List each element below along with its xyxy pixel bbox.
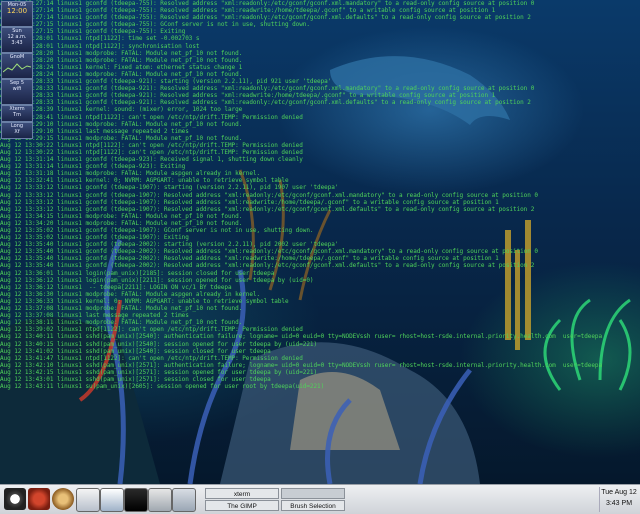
- log-line: Aug 12 13:28:39 linuxs1 kernel: sound: (…: [0, 106, 243, 114]
- task-empty[interactable]: [281, 488, 345, 499]
- log-line: Aug 12 13:36:12 linuxs1 -- tdeepa[2211]:…: [0, 283, 232, 291]
- log-line: Aug 12 13:29:10 linuxs1 last message rep…: [0, 127, 189, 135]
- log-line: Aug 12 13:40:15 linuxs1 sshd(pam_unix)[2…: [0, 340, 318, 348]
- log-line: Aug 12 13:35:40 linuxs1 gconfd (tdeepa-2…: [0, 262, 535, 270]
- task-xterm-label: xterm: [233, 491, 251, 498]
- monitor-graph-icon: [2, 63, 32, 73]
- redhat-icon[interactable]: [28, 488, 50, 510]
- log-line: Aug 12 13:35:40 linuxs1 gconfd (tdeepa-2…: [0, 255, 499, 263]
- terminal-applet[interactable]: Xterm Tm: [1, 105, 33, 122]
- log-line: Aug 12 13:42:15 linuxs1 sshd(pam_unix)[2…: [0, 368, 318, 376]
- log-line: Aug 12 13:31:14 linuxs1 gconfd (tdeepa-9…: [0, 163, 186, 171]
- log-line: Aug 12 13:27:14 linuxs1 gconfd (tdeepa-7…: [0, 14, 531, 22]
- log-line: Aug 12 13:28:41 linuxs1 ntpd[1122]: can'…: [0, 113, 303, 121]
- log-line: Aug 12 13:27:14 linuxs1 gconfd (tdeepa-7…: [0, 0, 535, 7]
- log-line: Aug 12 13:36:01 linuxs1 login(pam_unix)[…: [0, 269, 275, 277]
- network-applet[interactable]: Sep 5 wifi: [1, 79, 33, 105]
- terminal-log[interactable]: Aug 12 13:27:14 linuxs1 gconfd (tdeepa-7…: [0, 0, 640, 390]
- log-line: Aug 12 13:35:02 linuxs1 gconfd (tdeepa-1…: [0, 227, 314, 234]
- log-line: Aug 12 13:40:11 linuxs1 sshd(pam_unix)[2…: [0, 333, 603, 341]
- log-line: Aug 12 13:37:08 linuxs1 last message rep…: [0, 312, 189, 320]
- log-line: Aug 12 13:30:22 linuxs1 ntpd[1122]: can'…: [0, 141, 303, 149]
- clock-applet[interactable]: Mon-05 12:00: [1, 1, 33, 27]
- log-line: Aug 12 13:34:20 linuxs1 modprobe: FATAL:…: [0, 219, 243, 227]
- log-line: Aug 12 13:33:12 linuxs1 gconfd (tdeepa-1…: [0, 198, 499, 206]
- misc-applet[interactable]: Long Xf: [1, 122, 33, 139]
- log-line: Aug 12 13:32:41 linuxs1 kernel: 0; NVRM:…: [0, 177, 289, 185]
- log-line: Aug 12 13:28:01 linuxs1 ntpd[1122]: sync…: [0, 42, 200, 50]
- log-line: Aug 12 13:37:08 linuxs1 modprobe: FATAL:…: [0, 305, 243, 313]
- terminal-applet-sub: Tm: [13, 112, 21, 118]
- chart-app-icon[interactable]: [100, 488, 124, 512]
- pager-icon[interactable]: [148, 488, 172, 512]
- monitor-applet[interactable]: GnoM: [1, 53, 33, 79]
- panel-clock[interactable]: Tue Aug 12 3:43 PM: [599, 487, 638, 512]
- log-line: Aug 12 13:28:33 linuxs1 gconfd (tdeepa-9…: [0, 99, 531, 107]
- log-line: Aug 12 13:35:40 linuxs1 gconfd (tdeepa-2…: [0, 248, 538, 256]
- log-line: Aug 12 13:30:22 linuxs1 ntpd[1122]: can'…: [0, 148, 303, 156]
- date-applet-time: 3:43: [11, 40, 23, 46]
- log-line: Aug 12 13:27:14 linuxs1 gconfd (tdeepa-7…: [0, 7, 496, 15]
- log-line: Aug 12 13:43:01 linuxs1 sshd(pam_unix)[2…: [0, 375, 271, 383]
- log-line: Aug 12 13:36:33 linuxs1 kernel: 0; NVRM:…: [0, 297, 289, 305]
- log-line: Aug 12 13:41:47 linuxs1 ntpd[1122]: can'…: [0, 354, 303, 362]
- misc-applet-sub: Xf: [14, 129, 20, 135]
- network-applet-label: wifi: [12, 86, 22, 92]
- log-line: Aug 12 13:42:10 linuxs1 sshd(pam_unix)[2…: [0, 361, 603, 369]
- log-line: Aug 12 13:31:14 linuxs1 gconfd (tdeepa-9…: [0, 156, 303, 164]
- panel-clock-time: 3:43 PM: [605, 500, 633, 507]
- log-line: Aug 12 13:36:12 linuxs1 login(pam_unix)[…: [0, 276, 314, 284]
- bottom-panel: xterm The GIMP Brush Selection Tue Aug 1…: [0, 484, 640, 514]
- log-line: Aug 12 13:33:12 linuxs1 gconfd (tdeepa-1…: [0, 184, 339, 192]
- log-line: Aug 12 13:35:02 linuxs1 gconfd (tdeepa-1…: [0, 234, 189, 242]
- log-line: Aug 12 13:38:11 linuxs1 modprobe: FATAL:…: [0, 319, 243, 327]
- log-line: Aug 12 13:35:40 linuxs1 gconfd (tdeepa-2…: [0, 241, 339, 249]
- workspace-icon[interactable]: [172, 488, 196, 512]
- left-applet-dock: Mon-05 12:00 Sun 12 a.m. 3:43 GnoM Sep 5…: [0, 0, 34, 140]
- terminal-launcher-icon[interactable]: [124, 488, 148, 512]
- log-line: Aug 12 13:33:12 linuxs1 gconfd (tdeepa-1…: [0, 191, 538, 199]
- log-line: Aug 12 13:28:01 linuxs1 ntpd[1122]: time…: [0, 35, 200, 43]
- log-line: Aug 12 13:29:15 linuxs1 modprobe: FATAL:…: [0, 134, 243, 142]
- log-line: Aug 12 13:27:15 linuxs1 gconfd (tdeepa-7…: [0, 21, 310, 29]
- log-line: Aug 12 13:41:02 linuxs1 sshd(pam_unix)[2…: [0, 347, 271, 355]
- log-line: Aug 12 13:33:12 linuxs1 gconfd (tdeepa-1…: [0, 205, 535, 213]
- log-line: Aug 12 13:28:24 linuxs1 modprobe: FATAL:…: [0, 70, 243, 78]
- log-line: Aug 12 13:43:11 linuxs1 su(pam_unix)[260…: [0, 383, 325, 391]
- task-gimp-label: The GIMP: [227, 503, 257, 510]
- log-line: Aug 12 13:28:20 linuxs1 modprobe: FATAL:…: [0, 56, 243, 64]
- gimp-icon[interactable]: [52, 488, 74, 510]
- log-line: Aug 12 13:27:15 linuxs1 gconfd (tdeepa-7…: [0, 28, 186, 36]
- date-applet[interactable]: Sun 12 a.m. 3:43: [1, 27, 33, 53]
- task-gimp[interactable]: The GIMP: [205, 500, 279, 511]
- log-line: Aug 12 13:29:10 linuxs1 modprobe: FATAL:…: [0, 120, 243, 128]
- log-line: Aug 12 13:28:33 linuxs1 gconfd (tdeepa-9…: [0, 78, 332, 86]
- gnome-foot-icon[interactable]: [4, 488, 26, 510]
- log-line: Aug 12 13:28:33 linuxs1 gconfd (tdeepa-9…: [0, 85, 535, 93]
- task-xterm[interactable]: xterm: [205, 488, 279, 499]
- desktop: Aug 12 13:27:14 linuxs1 gconfd (tdeepa-7…: [0, 0, 640, 484]
- log-line: Aug 12 13:28:24 linuxs1 kernel: Fixed at…: [0, 63, 243, 71]
- log-line: Aug 12 13:36:30 linuxs1 modprobe: FATAL:…: [0, 290, 261, 298]
- log-line: Aug 12 13:34:15 linuxs1 modprobe: FATAL:…: [0, 212, 243, 220]
- task-brush-selection-label: Brush Selection: [290, 503, 336, 510]
- text-editor-icon[interactable]: [76, 488, 100, 512]
- log-line: Aug 12 13:28:20 linuxs1 modprobe: FATAL:…: [0, 49, 243, 57]
- log-line: Aug 12 13:28:33 linuxs1 gconfd (tdeepa-9…: [0, 92, 496, 100]
- clock-applet-time: 12:00: [6, 7, 28, 15]
- panel-clock-day: Tue Aug 12: [601, 489, 637, 496]
- log-line: Aug 12 13:31:18 linuxs1 modprobe: FATAL:…: [0, 170, 261, 178]
- task-brush-selection[interactable]: Brush Selection: [281, 500, 345, 511]
- log-line: Aug 12 13:39:02 linuxs1 ntpd[1122]: can'…: [0, 326, 303, 334]
